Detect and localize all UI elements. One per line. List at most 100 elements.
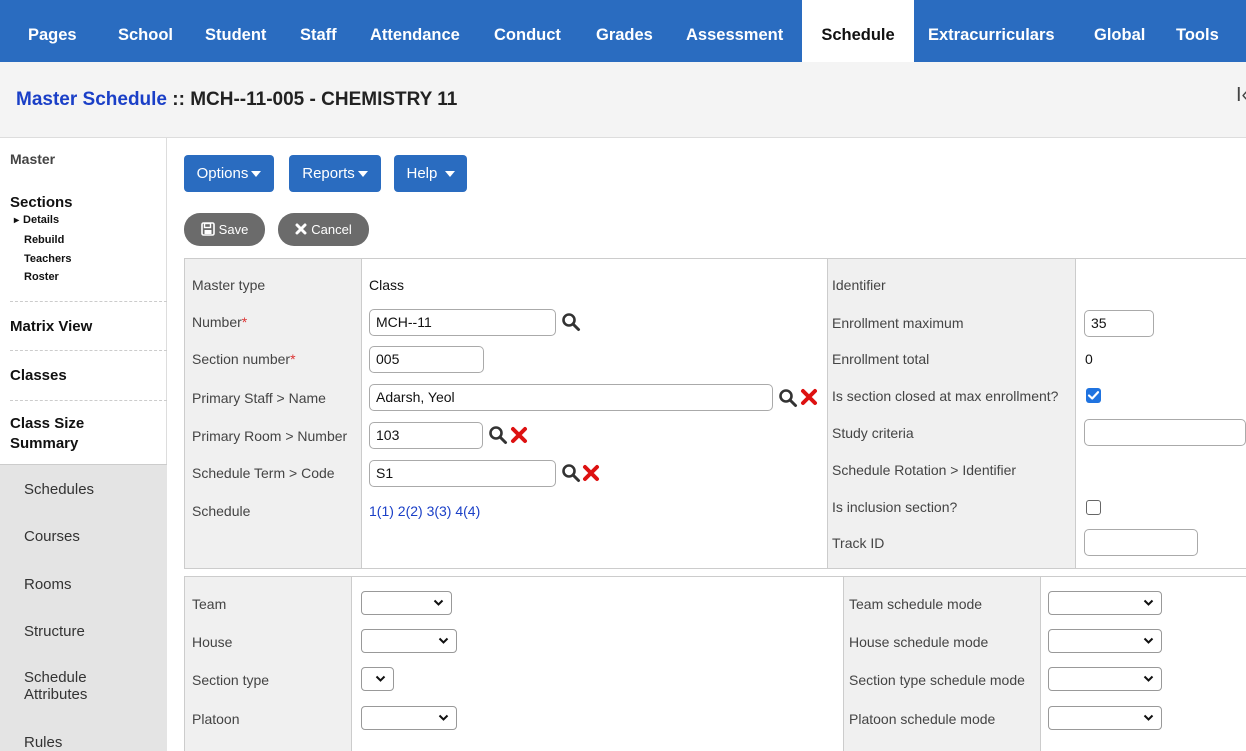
- section-closed-checkbox[interactable]: [1086, 388, 1101, 403]
- search-icon[interactable]: [561, 463, 581, 483]
- options-label: Options: [196, 165, 249, 182]
- track-id-field[interactable]: [1084, 529, 1198, 556]
- sidebar-divider: [10, 301, 167, 302]
- primary-room-field[interactable]: 103: [369, 422, 483, 449]
- house-select[interactable]: [361, 629, 457, 653]
- platoon-select[interactable]: [361, 706, 457, 730]
- search-icon[interactable]: [488, 425, 508, 445]
- search-icon[interactable]: [778, 388, 798, 408]
- caret-down-icon: [444, 171, 455, 178]
- sidebar-matrix-view[interactable]: Matrix View: [10, 318, 92, 335]
- nav-tab-attendance[interactable]: Attendance: [370, 0, 460, 62]
- reports-menu-button[interactable]: Reports: [289, 155, 381, 192]
- section-closed-label: Is section closed at max enrollment?: [832, 388, 1059, 404]
- study-criteria-label: Study criteria: [832, 425, 914, 441]
- sidebar-item-rules[interactable]: Rules: [24, 734, 62, 751]
- chevron-down-icon: [433, 599, 444, 606]
- section-type-schedule-mode-select[interactable]: [1048, 667, 1162, 691]
- house-schedule-mode-select[interactable]: [1048, 629, 1162, 653]
- sidebar-sections[interactable]: Sections: [10, 194, 73, 211]
- sidebar-item-roster[interactable]: Roster: [24, 271, 59, 283]
- nav-tab-staff[interactable]: Staff: [300, 0, 337, 62]
- team-select[interactable]: [361, 591, 452, 615]
- close-icon: [295, 223, 307, 235]
- sidebar-class-size-summary[interactable]: Class Size Summary: [10, 414, 84, 454]
- options-menu-button[interactable]: Options: [184, 155, 274, 192]
- search-icon[interactable]: [561, 312, 581, 332]
- sidebar-divider: [10, 400, 167, 401]
- nav-tab-tools[interactable]: Tools: [1176, 0, 1219, 62]
- identifier-label: Identifier: [832, 277, 886, 293]
- sidebar-item-rooms[interactable]: Rooms: [24, 576, 72, 593]
- sidebar-item-schedule-attributes[interactable]: Schedule Attributes: [24, 669, 87, 703]
- schedule-term-field[interactable]: S1: [369, 460, 556, 487]
- enrollment-maximum-field[interactable]: 35: [1084, 310, 1154, 337]
- nav-tab-extracurriculars[interactable]: Extracurriculars: [928, 0, 1055, 62]
- cancel-button[interactable]: Cancel: [278, 213, 369, 246]
- sidebar-item-schedules[interactable]: Schedules: [24, 481, 94, 498]
- section-type-label: Section type: [192, 672, 270, 688]
- save-label: Save: [218, 222, 249, 237]
- nav-tab-schedule[interactable]: Schedule: [802, 0, 914, 62]
- sidebar-item-schedule-attributes-line2: Attributes: [24, 686, 88, 703]
- sidebar-item-details[interactable]: Details: [14, 214, 59, 226]
- chevron-down-icon: [1143, 714, 1154, 721]
- master-type-label: Master type: [192, 277, 266, 293]
- save-icon: [200, 222, 215, 236]
- inclusion-section-checkbox[interactable]: [1086, 500, 1101, 515]
- sidebar-class-size-line2: Summary: [10, 435, 79, 452]
- sidebar-item-teachers[interactable]: Teachers: [24, 253, 72, 265]
- checkbox-icon: [1087, 391, 1100, 400]
- section-type-select[interactable]: [361, 667, 394, 691]
- sidebar-item-rebuild[interactable]: Rebuild: [24, 234, 64, 246]
- help-menu-button[interactable]: Help: [394, 155, 467, 192]
- required-marker: *: [241, 314, 248, 330]
- team-schedule-mode-select[interactable]: [1048, 591, 1162, 615]
- caret-down-icon: [251, 171, 262, 178]
- platoon-schedule-mode-select[interactable]: [1048, 706, 1162, 730]
- team-schedule-mode-label: Team schedule mode: [849, 596, 983, 612]
- required-marker: *: [290, 351, 296, 367]
- master-schedule-link[interactable]: Master Schedule: [16, 89, 167, 110]
- track-id-label: Track ID: [832, 535, 885, 551]
- platoon-schedule-mode-label: Platoon schedule mode: [849, 711, 996, 727]
- sidebar-item-courses[interactable]: Courses: [24, 528, 80, 545]
- schedule-term-label: Schedule Term > Code: [192, 465, 335, 481]
- clear-icon[interactable]: [510, 426, 528, 444]
- sidebar-classes[interactable]: Classes: [10, 367, 67, 384]
- nav-tab-student[interactable]: Student: [205, 0, 266, 62]
- schedule-link[interactable]: 1(1) 2(2) 3(3) 4(4): [369, 503, 480, 519]
- cancel-label: Cancel: [311, 222, 352, 237]
- nav-tab-global[interactable]: Global: [1094, 0, 1145, 62]
- sidebar-master[interactable]: Master: [10, 151, 55, 167]
- clear-icon[interactable]: [800, 388, 818, 406]
- nav-tab-school[interactable]: School: [118, 0, 173, 62]
- nav-tab-pages[interactable]: Pages: [28, 0, 77, 62]
- sidebar-other-pages: Schedules Courses Rooms Structure Schedu…: [0, 464, 167, 751]
- page-title-detail: :: MCH--11-005 - CHEMISTRY 11: [167, 89, 458, 110]
- save-button[interactable]: Save: [184, 213, 265, 246]
- study-criteria-field[interactable]: [1084, 419, 1246, 446]
- nav-tab-grades[interactable]: Grades: [596, 0, 653, 62]
- sidebar-item-structure[interactable]: Structure: [24, 623, 85, 640]
- nav-tab-assessment[interactable]: Assessment: [686, 0, 783, 62]
- first-record-icon[interactable]: I‹: [1236, 84, 1246, 107]
- primary-room-label: Primary Room > Number: [192, 428, 348, 444]
- chevron-down-icon: [438, 714, 449, 721]
- nav-tab-conduct[interactable]: Conduct: [494, 0, 561, 62]
- number-field[interactable]: MCH--11: [369, 309, 556, 336]
- primary-staff-field[interactable]: Adarsh, Yeol: [369, 384, 773, 411]
- caret-down-icon: [357, 171, 368, 178]
- schedule-rotation-label: Schedule Rotation > Identifier: [832, 462, 1017, 478]
- top-navigation: Pages School Student Staff Attendance Co…: [0, 0, 1246, 62]
- clear-icon[interactable]: [582, 464, 600, 482]
- primary-staff-label: Primary Staff > Name: [192, 390, 326, 406]
- sidebar-item-schedule-attributes-line1: Schedule: [24, 669, 87, 686]
- master-type-value: Class: [369, 277, 405, 293]
- section-number-field[interactable]: 005: [369, 346, 484, 373]
- page-title: Master Schedule :: MCH--11-005 - CHEMIST…: [16, 89, 457, 111]
- help-label: Help: [406, 165, 438, 182]
- enrollment-total-value: 0: [1085, 351, 1093, 367]
- left-label-column: [185, 259, 361, 568]
- page-header: Master Schedule :: MCH--11-005 - CHEMIST…: [0, 62, 1246, 138]
